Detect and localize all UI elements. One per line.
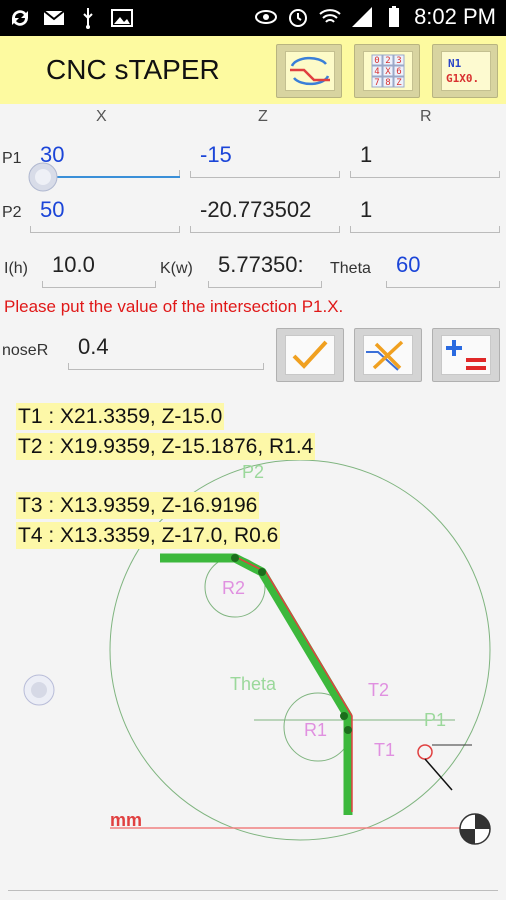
r1-point-a (340, 712, 348, 720)
result-t2: T2 : X19.9359, Z-15.1876, R1.4 (16, 433, 316, 460)
r2-point-b (258, 568, 266, 576)
result-t3: T3 : X13.9359, Z-16.9196 (16, 492, 260, 519)
r1-diagram-label: R1 (304, 720, 327, 740)
slider-handle-top[interactable] (26, 160, 60, 194)
t2-diagram-label: T2 (368, 680, 389, 700)
tool-nose-circle (417, 744, 433, 760)
r1-point-b (344, 726, 352, 734)
theta-diagram-label: Theta (230, 674, 277, 694)
t1-diagram-label: T1 (374, 740, 395, 760)
result-t1: T1 : X21.3359, Z-15.0 (16, 403, 225, 430)
p1-diagram-label: P1 (424, 710, 446, 730)
tool-edge-diagonal (424, 758, 453, 791)
result-t4: T4 : X13.3359, Z-17.0, R0.6 (16, 522, 281, 549)
p2-diagram-label: P2 (242, 462, 264, 482)
bottom-divider (8, 890, 498, 891)
r2-diagram-label: R2 (222, 578, 245, 598)
unit-label: mm (110, 810, 142, 830)
slider-handle-bottom[interactable] (22, 673, 56, 707)
center-target-icon[interactable] (458, 812, 492, 846)
r2-point-a (231, 554, 239, 562)
